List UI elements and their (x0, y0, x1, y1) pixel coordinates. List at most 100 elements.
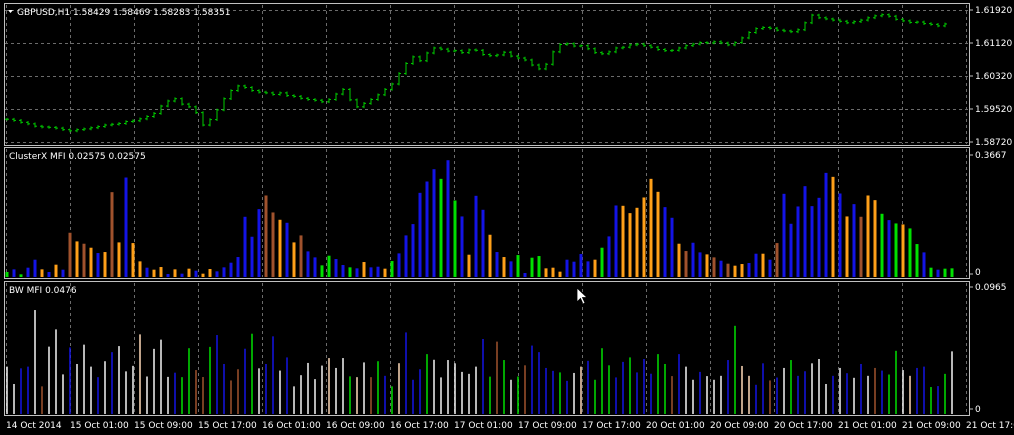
bwmfi-bar (349, 376, 351, 414)
bwmfi-bar (188, 348, 190, 414)
time-label: 20 Oct 17:00 (774, 421, 833, 431)
bwmfi-bar (216, 335, 218, 414)
price-label: 1.60320 (975, 72, 1012, 82)
bwmfi-bar (853, 377, 855, 414)
clusterx-bar (586, 261, 590, 277)
clusterx-bar (215, 271, 219, 277)
clusterx-bar (173, 269, 177, 277)
time-label: 16 Oct 17:00 (390, 421, 449, 431)
clusterx-bar (747, 263, 751, 277)
clusterx-bar (75, 241, 79, 277)
bwmfi-bar (132, 365, 134, 414)
clusterx-bar (446, 160, 450, 277)
clusterx-bar (642, 197, 646, 277)
trading-chart[interactable]: GBPUSD,H1 1.58429 1.58469 1.58283 1.5835… (0, 0, 1014, 435)
price-panel-title: GBPUSD,H1 1.58429 1.58469 1.58283 1.5835… (17, 8, 230, 18)
time-label: 14 Oct 2014 (6, 421, 62, 431)
bwmfi-bar (342, 358, 344, 414)
bwmfi-bar (125, 371, 127, 414)
bwmfi-panel-title: BW MFI 0.0476 (9, 286, 77, 296)
bwmfi-bar (76, 363, 78, 414)
clusterx-bar (726, 263, 730, 277)
bwmfi-bar (489, 376, 491, 414)
clusterx-bar (327, 255, 331, 277)
price-label: 1.61920 (975, 6, 1012, 16)
clusterx-bar (614, 205, 618, 277)
clusterx-bar (866, 195, 870, 277)
bwmfi-bar (748, 375, 750, 414)
clusterx-bar (89, 247, 93, 277)
clusterx-bar (481, 209, 485, 277)
clusterx-bar (264, 195, 268, 277)
bwmfi-bar (69, 347, 71, 414)
clusterx-bar (782, 193, 786, 277)
clusterx-bar (320, 265, 324, 277)
bwmfi-bar (818, 358, 820, 414)
clusterx-bar (873, 200, 877, 277)
clusterx-bar (19, 274, 23, 277)
clusterx-bar (54, 264, 58, 277)
bwmfi-bar (888, 374, 890, 414)
clusterx-panel-title: ClusterX MFI 0.02575 0.02575 (9, 152, 146, 162)
time-label: 15 Oct 09:00 (134, 421, 193, 431)
bwmfi-bar (825, 383, 827, 414)
clusterx-bar (411, 224, 415, 277)
bwmfi-bar (139, 334, 141, 414)
clusterx-bar (579, 254, 583, 277)
clusterx-bar (628, 213, 632, 277)
bwmfi-bar (454, 363, 456, 414)
clusterx-bar (397, 253, 401, 277)
clusterx-bar (740, 264, 744, 277)
bwmfi-zero-label: 0 (975, 405, 981, 415)
bwmfi-bar (587, 360, 589, 414)
bwmfi-bar (251, 333, 253, 414)
clusterx-bar (194, 270, 198, 277)
clusterx-bar (82, 243, 86, 277)
bwmfi-bar (286, 357, 288, 414)
clusterx-bar (103, 252, 107, 277)
bwmfi-bar (811, 363, 813, 414)
clusterx-bar (362, 262, 366, 277)
clusterx-bar (929, 267, 933, 277)
bwmfi-bar (832, 375, 834, 414)
bwmfi-bar (594, 379, 596, 414)
bwmfi-bar (230, 380, 232, 414)
clusterx-bar (894, 223, 898, 277)
bwmfi-bar (895, 350, 897, 414)
clusterx-bar (306, 251, 310, 277)
clusterx-bar (208, 269, 212, 277)
bwmfi-bar (160, 339, 162, 414)
clusterx-bar (705, 254, 709, 277)
bwmfi-bar (678, 354, 680, 414)
bwmfi-bar (671, 376, 673, 414)
bwmfi-bar (657, 354, 659, 414)
clusterx-bar (131, 243, 135, 277)
bwmfi-bar (111, 352, 113, 414)
clusterx-bar (824, 172, 828, 277)
bwmfi-bar (664, 363, 666, 414)
bwmfi-bar (202, 377, 204, 414)
bwmfi-bar (881, 370, 883, 414)
clusterx-bar (383, 268, 387, 277)
bwmfi-bar (6, 366, 8, 414)
price-label: 1.61120 (975, 39, 1012, 49)
time-label: 21 Oct 09:00 (902, 421, 961, 431)
bwmfi-bar (762, 363, 764, 414)
bwmfi-bar (48, 346, 50, 414)
bwmfi-bar (636, 372, 638, 414)
clusterx-zero-label: 0 (975, 268, 981, 278)
bwmfi-bar (41, 386, 43, 414)
bwmfi-bar (300, 375, 302, 414)
clusterx-bar (313, 257, 317, 277)
clusterx-bar (572, 261, 576, 277)
clusterx-bar (152, 269, 156, 277)
clusterx-bar (68, 232, 72, 277)
bwmfi-bar (902, 370, 904, 414)
bwmfi-bar (118, 346, 120, 414)
clusterx-bar (453, 200, 457, 277)
bwmfi-bar (573, 372, 575, 414)
clusterx-bar (544, 268, 548, 277)
clusterx-bar (460, 216, 464, 277)
clusterx-bar (670, 217, 674, 277)
clusterx-bar (950, 268, 954, 277)
